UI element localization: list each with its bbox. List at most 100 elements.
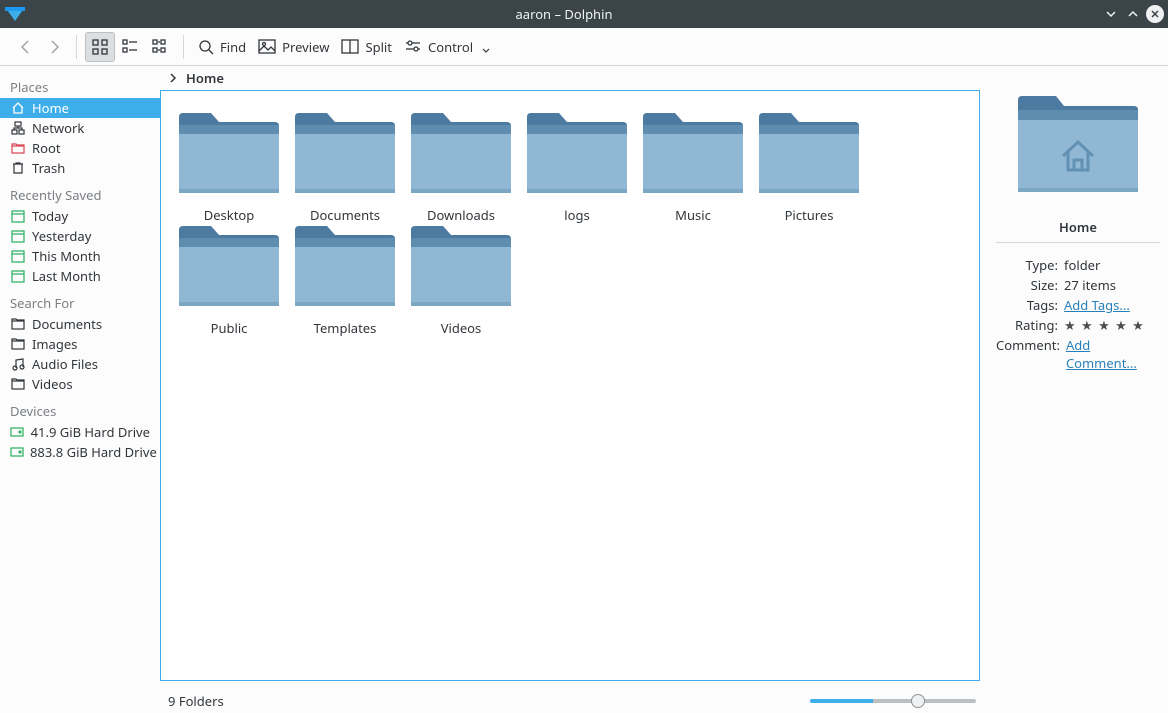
sidebar-item-label: Trash (32, 159, 65, 177)
sidebar-item-audio[interactable]: Audio Files (0, 354, 160, 374)
view-details-button[interactable] (145, 32, 175, 62)
separator (76, 35, 77, 59)
sidebar-item-label: Home (32, 99, 69, 117)
folder-label: Music (675, 206, 711, 224)
main-area: Places Home Network Root Trash Recently … (0, 66, 1168, 713)
info-type-value: folder (1064, 256, 1160, 274)
network-icon (10, 120, 26, 136)
folder-item[interactable]: Documents (287, 111, 403, 224)
info-size-value: 27 items (1064, 276, 1160, 294)
control-label: Control (428, 38, 473, 56)
sidebar-item-today[interactable]: Today (0, 206, 160, 226)
info-folder-icon (1018, 94, 1138, 202)
sidebar-item-label: Audio Files (32, 355, 98, 373)
places-heading: Places (0, 70, 160, 98)
sidebar-item-last-month[interactable]: Last Month (0, 266, 160, 286)
info-type-key: Type: (996, 256, 1064, 274)
forward-button[interactable] (40, 32, 68, 62)
folder-icon (10, 376, 26, 392)
title-bar: aaron – Dolphin (0, 0, 1168, 28)
sidebar-item-label: Network (32, 119, 84, 137)
split-label: Split (365, 38, 392, 56)
sidebar-item-documents[interactable]: Documents (0, 314, 160, 334)
folder-item[interactable]: Videos (403, 224, 519, 337)
preview-button[interactable]: Preview (252, 32, 335, 62)
folder-item[interactable]: Desktop (171, 111, 287, 224)
sidebar-item-label: Root (32, 139, 61, 157)
sidebar-item-this-month[interactable]: This Month (0, 246, 160, 266)
folder-label: Pictures (785, 206, 834, 224)
folder-item[interactable]: logs (519, 111, 635, 224)
folder-icon (759, 111, 859, 200)
recent-heading: Recently Saved (0, 178, 160, 206)
window-title: aaron – Dolphin (26, 5, 1102, 23)
find-button[interactable]: Find (192, 32, 252, 62)
folder-item[interactable]: Templates (287, 224, 403, 337)
file-view[interactable]: Desktop Documents Downloads logs Music P… (160, 90, 980, 681)
sidebar-item-trash[interactable]: Trash (0, 158, 160, 178)
chevron-right-icon (168, 73, 178, 83)
calendar-icon (10, 248, 26, 264)
folder-label: Downloads (427, 206, 495, 224)
minimize-icon[interactable] (1102, 5, 1120, 23)
app-icon (4, 6, 26, 22)
devices-heading: Devices (0, 394, 160, 422)
sidebar-item-label: 883.8 GiB Hard Drive (30, 443, 157, 461)
center-column: Home Desktop Documents Downloads logs Mu… (160, 66, 988, 713)
trash-icon (10, 160, 26, 176)
sidebar-item-label: Yesterday (32, 227, 91, 245)
close-icon[interactable] (1146, 5, 1164, 23)
folder-icon (411, 224, 511, 313)
sidebar-item-label: Videos (32, 375, 73, 393)
folder-icon (295, 111, 395, 200)
folder-label: Public (211, 319, 248, 337)
status-bar: 9 Folders (160, 689, 988, 713)
add-comment-link[interactable]: Add Comment... (1066, 336, 1137, 372)
sidebar-item-network[interactable]: Network (0, 118, 160, 138)
add-tags-link[interactable]: Add Tags... (1064, 296, 1130, 314)
toolbar: Find Preview Split Control (0, 28, 1168, 66)
separator (183, 35, 184, 59)
sidebar-item-label: Today (32, 207, 68, 225)
folder-item[interactable]: Downloads (403, 111, 519, 224)
drive-icon (10, 444, 24, 460)
folder-icon (10, 336, 26, 352)
sidebar-item-yesterday[interactable]: Yesterday (0, 226, 160, 246)
root-icon (10, 140, 26, 156)
rating-stars[interactable]: ★ ★ ★ ★ ★ (1064, 316, 1160, 334)
sidebar-item-drive-1[interactable]: 41.9 GiB Hard Drive (0, 422, 160, 442)
sidebar-item-label: 41.9 GiB Hard Drive (31, 423, 150, 441)
info-size-key: Size: (996, 276, 1064, 294)
view-compact-button[interactable] (115, 32, 145, 62)
info-rating-key: Rating: (996, 316, 1064, 334)
calendar-icon (10, 228, 26, 244)
folder-item[interactable]: Music (635, 111, 751, 224)
find-label: Find (220, 38, 246, 56)
preview-label: Preview (282, 38, 329, 56)
calendar-icon (10, 208, 26, 224)
zoom-slider[interactable] (810, 694, 980, 708)
sidebar-item-label: This Month (32, 247, 101, 265)
folder-label: logs (564, 206, 589, 224)
breadcrumb[interactable]: Home (160, 66, 988, 90)
folder-item[interactable]: Public (171, 224, 287, 337)
sidebar-item-drive-2[interactable]: 883.8 GiB Hard Drive (0, 442, 160, 462)
folder-item[interactable]: Pictures (751, 111, 867, 224)
folder-icon (179, 111, 279, 200)
calendar-icon (10, 268, 26, 284)
info-title: Home (996, 210, 1160, 243)
back-button[interactable] (12, 32, 40, 62)
view-icons-button[interactable] (85, 32, 115, 62)
sidebar-item-images[interactable]: Images (0, 334, 160, 354)
sidebar-item-root[interactable]: Root (0, 138, 160, 158)
control-button[interactable]: Control (398, 32, 497, 62)
home-icon (10, 100, 26, 116)
maximize-icon[interactable] (1124, 5, 1142, 23)
sidebar-item-home[interactable]: Home (0, 98, 160, 118)
sidebar-item-videos[interactable]: Videos (0, 374, 160, 394)
folder-icon (411, 111, 511, 200)
info-comment-key: Comment: (996, 336, 1066, 372)
split-button[interactable]: Split (335, 32, 398, 62)
sidebar-item-label: Documents (32, 315, 102, 333)
breadcrumb-current: Home (186, 69, 224, 87)
